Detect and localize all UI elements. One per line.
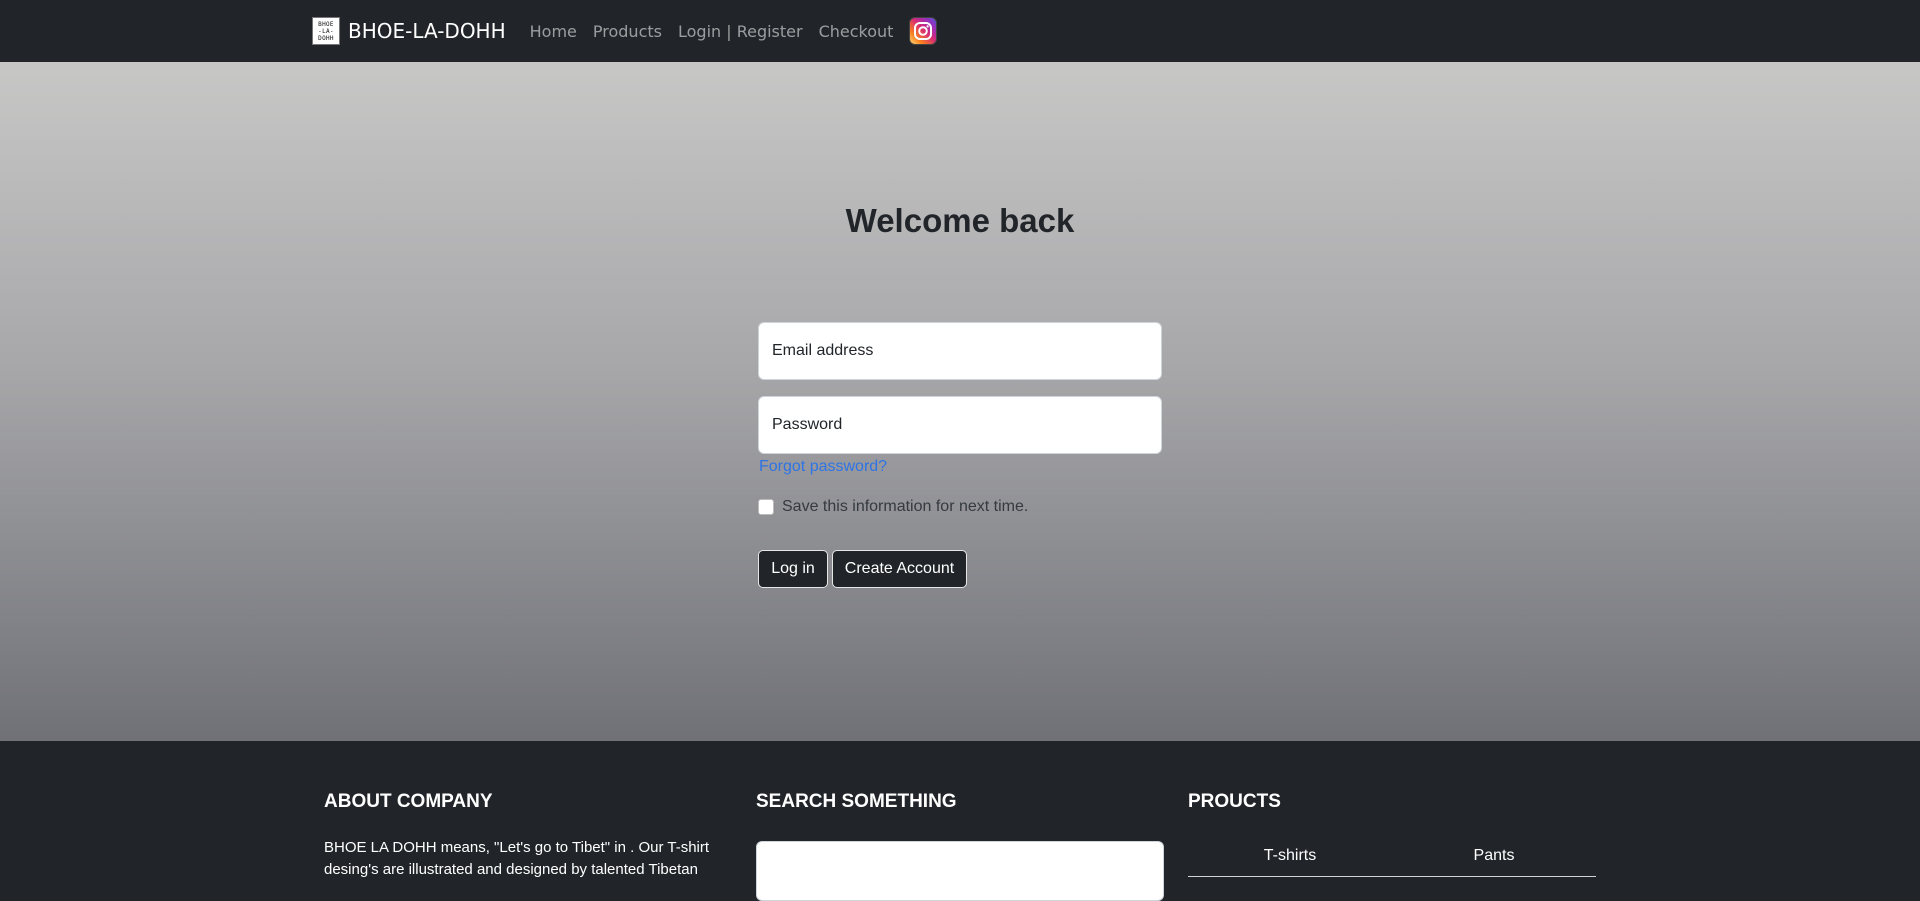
instagram-icon: [914, 22, 933, 40]
nav-link-login-register[interactable]: Login | Register: [670, 22, 811, 41]
nav-link-home[interactable]: Home: [522, 22, 585, 41]
navbar-inner: BHOE -LA- DOHH BHOE-LA-DOHH Home Product…: [312, 0, 938, 62]
brand-logo: BHOE -LA- DOHH: [312, 17, 340, 45]
password-field[interactable]: Password: [758, 396, 1162, 454]
tab-tshirts[interactable]: T-shirts: [1188, 837, 1392, 876]
tab-pants[interactable]: Pants: [1392, 837, 1596, 876]
password-placeholder: Password: [772, 416, 843, 433]
footer: ABOUT COMPANY BHOE LA DOHH means, "Let's…: [0, 741, 1920, 901]
login-button[interactable]: Log in: [758, 550, 828, 588]
nav-links: Home Products Login | Register Checkout: [522, 17, 938, 45]
brand-link[interactable]: BHOE -LA- DOHH BHOE-LA-DOHH: [312, 17, 506, 45]
about-text: BHOE LA DOHH means, "Let's go to Tibet" …: [324, 839, 710, 878]
brand-logo-line-3: DOHH: [318, 34, 334, 42]
page-title: Welcome back: [845, 202, 1075, 239]
brand-logo-line-2: -LA-: [318, 27, 334, 35]
about-title: ABOUT COMPANY: [324, 791, 493, 812]
email-placeholder: Email address: [772, 342, 874, 359]
brand-logo-line-1: BHOE: [318, 20, 334, 28]
nav-link-products[interactable]: Products: [585, 22, 670, 41]
remember-me-label: Save this information for next time.: [782, 498, 1029, 515]
product-tabs: T-shirts Pants: [1188, 837, 1596, 877]
forgot-password-link[interactable]: Forgot password?: [759, 458, 887, 476]
search-title: SEARCH SOMETHING: [756, 791, 957, 812]
navbar: BHOE -LA- DOHH BHOE-LA-DOHH Home Product…: [0, 0, 1920, 62]
remember-me-row: Save this information for next time.: [758, 498, 1028, 516]
create-account-button[interactable]: Create Account: [832, 550, 967, 588]
email-field[interactable]: Email address: [758, 322, 1162, 380]
products-title: PROUCTS: [1188, 791, 1281, 812]
remember-me-checkbox[interactable]: [758, 499, 774, 515]
instagram-link[interactable]: [909, 17, 938, 45]
brand-name: BHOE-LA-DOHH: [348, 19, 506, 43]
login-section: Welcome back Email address Password Forg…: [0, 62, 1920, 741]
search-input[interactable]: [756, 841, 1164, 901]
nav-link-checkout[interactable]: Checkout: [811, 22, 902, 41]
